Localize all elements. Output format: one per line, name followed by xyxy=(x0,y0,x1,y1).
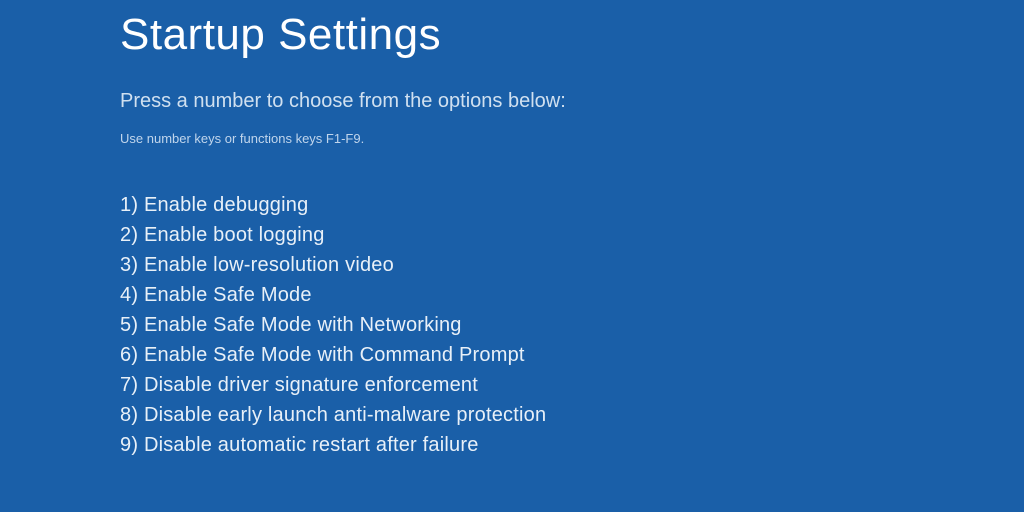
option-disable-auto-restart[interactable]: 9) Disable automatic restart after failu… xyxy=(120,434,1024,457)
option-enable-safe-mode[interactable]: 4) Enable Safe Mode xyxy=(120,284,1024,307)
option-enable-safe-mode-command-prompt[interactable]: 6) Enable Safe Mode with Command Prompt xyxy=(120,344,1024,367)
option-enable-low-resolution-video[interactable]: 3) Enable low-resolution video xyxy=(120,254,1024,277)
option-enable-boot-logging[interactable]: 2) Enable boot logging xyxy=(120,224,1024,247)
option-enable-safe-mode-networking[interactable]: 5) Enable Safe Mode with Networking xyxy=(120,314,1024,337)
page-title: Startup Settings xyxy=(120,10,1024,60)
instruction-text: Press a number to choose from the option… xyxy=(120,90,1024,113)
option-enable-debugging[interactable]: 1) Enable debugging xyxy=(120,194,1024,217)
hint-text: Use number keys or functions keys F1-F9. xyxy=(120,131,1024,146)
option-disable-driver-signature[interactable]: 7) Disable driver signature enforcement xyxy=(120,374,1024,397)
options-list: 1) Enable debugging 2) Enable boot loggi… xyxy=(120,194,1024,457)
option-disable-anti-malware[interactable]: 8) Disable early launch anti-malware pro… xyxy=(120,404,1024,427)
